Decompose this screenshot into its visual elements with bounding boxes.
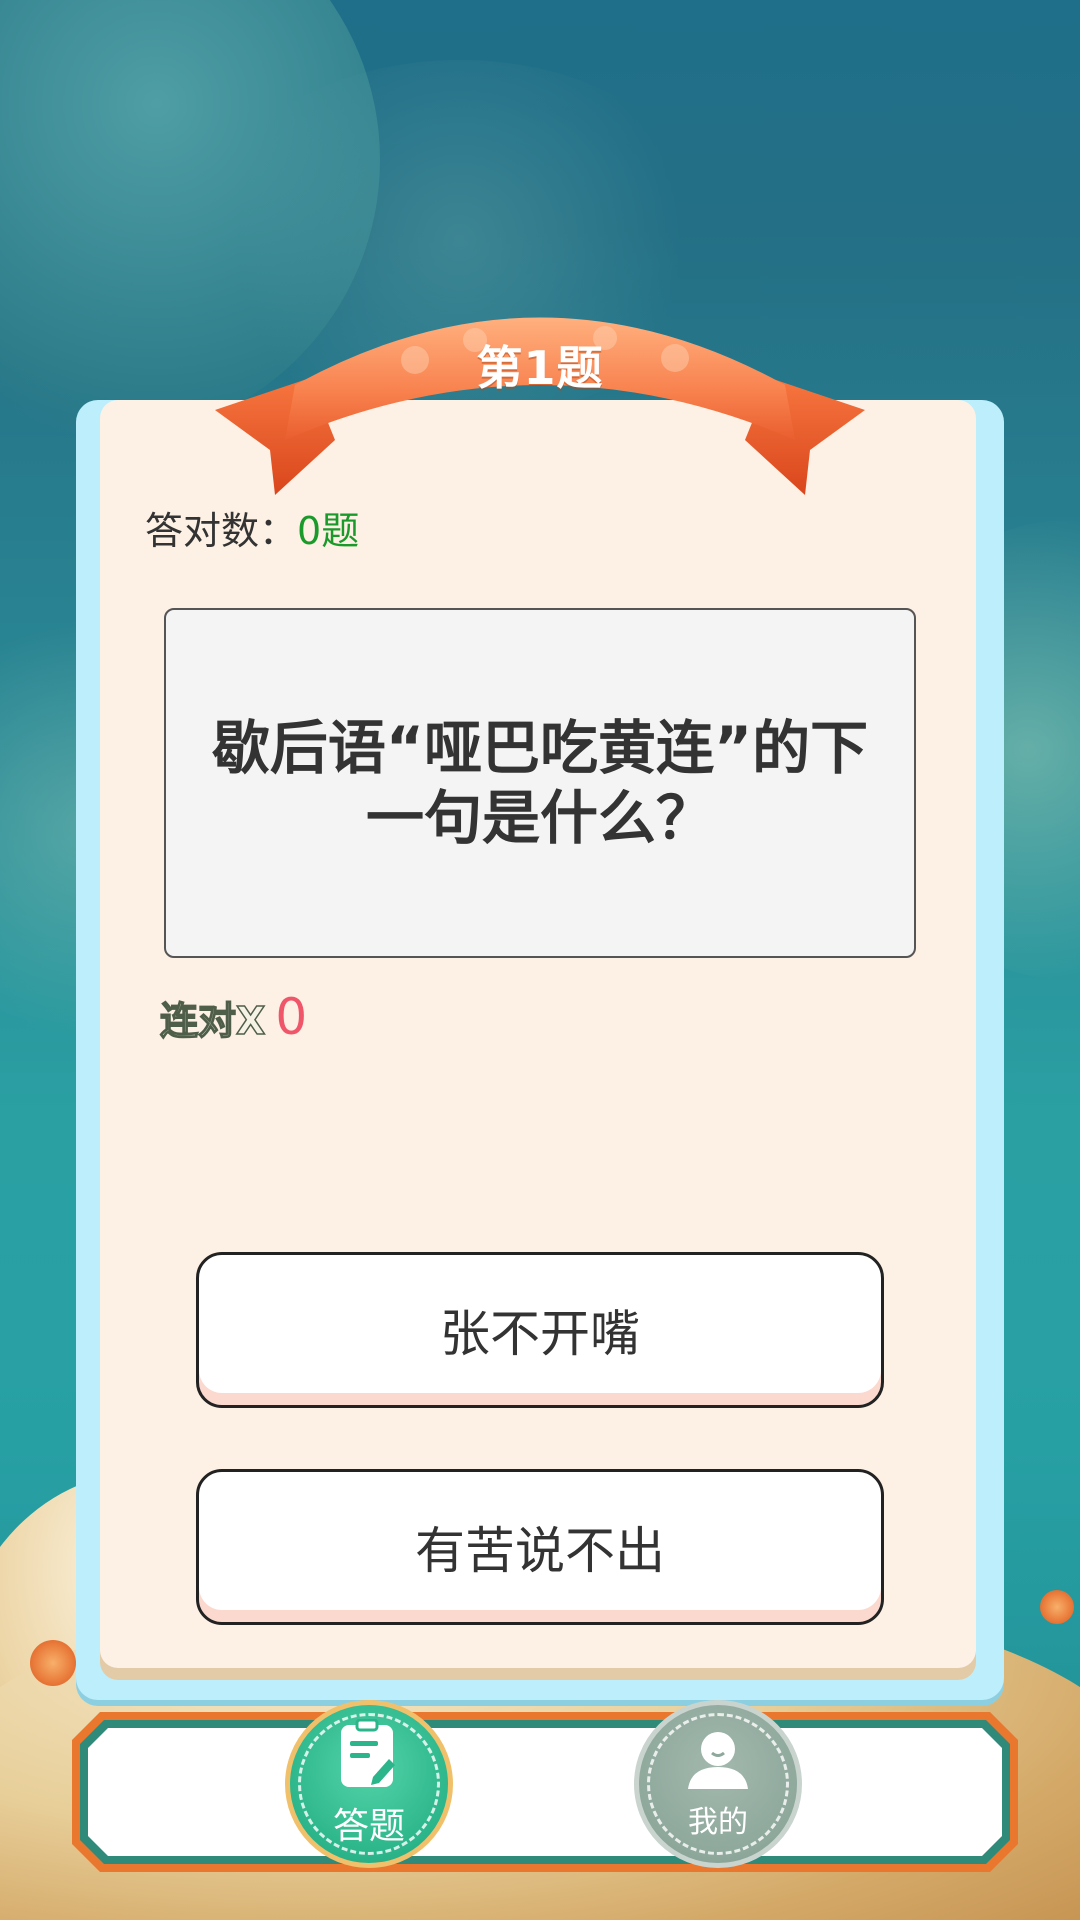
bottom-nav xyxy=(88,1728,1002,1856)
flower-decoration xyxy=(1040,1590,1074,1624)
answer-option-1[interactable]: 张不开嘴 xyxy=(196,1252,884,1408)
correct-count-label: 答对数： xyxy=(145,509,298,553)
question-text: 歇后语“哑巴吃黄连”的下一句是什么？ xyxy=(211,714,869,852)
question-number-title: 第1题 xyxy=(476,341,604,395)
correct-count-value: 0题 xyxy=(297,509,360,553)
quiz-screen: 第1题 答对数：0题 歇后语“哑巴吃黄连”的下一句是什么？ 连对X 0 张不开嘴… xyxy=(0,0,1080,1920)
nav-mine-label: 我的 xyxy=(688,1805,748,1840)
nav-answer-button[interactable]: 答题 xyxy=(285,1700,453,1868)
clipboard-pen-icon xyxy=(341,1719,395,1787)
flower-decoration xyxy=(30,1640,76,1686)
correct-count: 答对数：0题 xyxy=(145,500,359,555)
streak-label: 连对X xyxy=(159,998,266,1044)
question-number-ribbon: 第1题 xyxy=(215,290,865,500)
user-icon xyxy=(688,1732,748,1789)
nav-answer-label: 答题 xyxy=(332,1806,405,1847)
streak-count: 0 xyxy=(275,988,308,1046)
answer-option-2[interactable]: 有苦说不出 xyxy=(196,1469,884,1625)
question-box: 歇后语“哑巴吃黄连”的下一句是什么？ xyxy=(164,608,916,958)
streak-counter: 连对X 0 xyxy=(159,988,308,1046)
nav-mine-button[interactable]: 我的 xyxy=(634,1700,802,1868)
